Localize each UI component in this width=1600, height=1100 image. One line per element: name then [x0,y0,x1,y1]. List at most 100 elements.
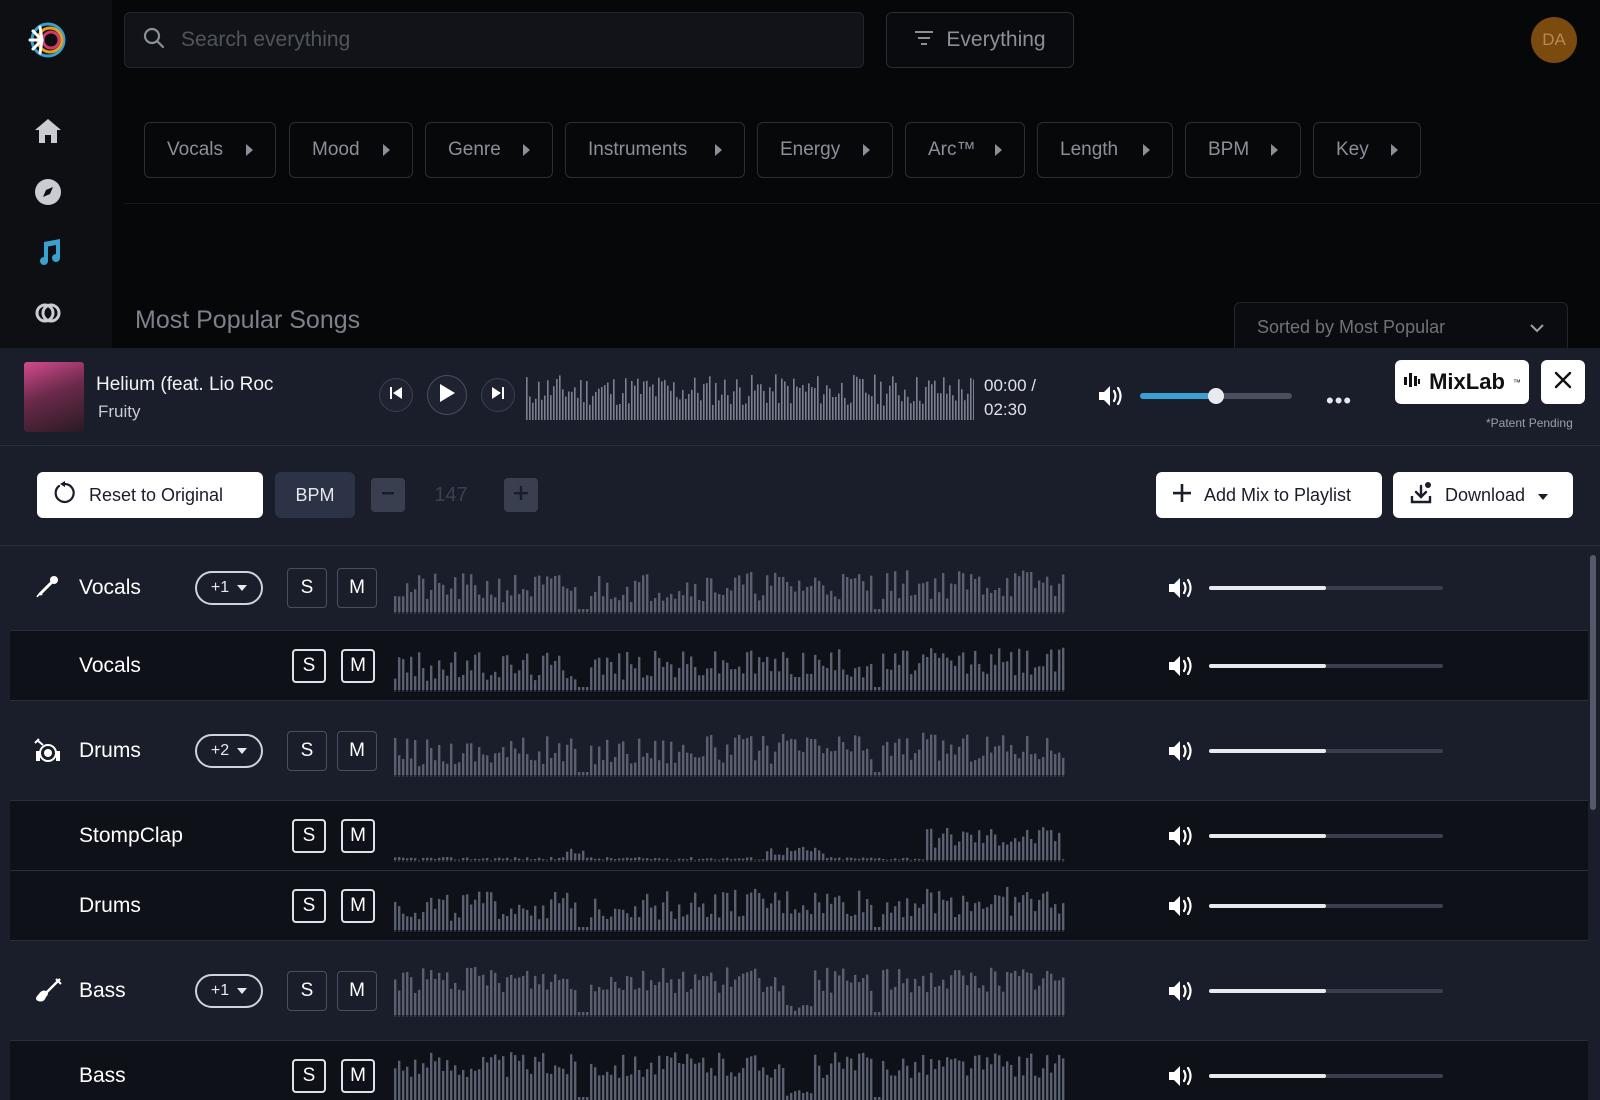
chip-bpm[interactable]: BPM [1185,122,1301,178]
stem-waveform[interactable] [394,808,1066,864]
volume-icon[interactable] [1167,824,1195,853]
chip-key[interactable]: Key [1313,122,1421,178]
waveform-bar [566,979,569,1015]
stem-volume-slider[interactable] [1209,904,1443,908]
scope-filter-button[interactable]: Everything [886,12,1074,68]
stem-waveform[interactable] [394,560,1066,616]
volume-icon[interactable] [1167,576,1195,605]
chip-mood[interactable]: Mood [289,122,413,178]
mute-button[interactable]: M [337,731,377,771]
waveform-bar [982,985,985,1015]
mute-button[interactable]: M [341,649,375,683]
waveform-bar [625,378,627,420]
waveform-bar [662,968,665,1015]
add-mix-to-playlist-button[interactable]: Add Mix to Playlist [1156,472,1382,518]
download-button[interactable]: Download [1393,472,1573,518]
compass-icon[interactable] [33,177,63,207]
volume-icon[interactable] [1167,979,1195,1008]
album-cover[interactable] [24,362,84,432]
volume-icon[interactable] [1097,384,1125,413]
waveform-bar [782,576,785,612]
volume-icon[interactable] [1167,894,1195,923]
search-input[interactable] [181,28,821,52]
stem-expand-toggle[interactable]: +2 [195,734,263,768]
chip-energy[interactable]: Energy [757,122,893,178]
solo-button[interactable]: S [292,1059,326,1093]
app-logo[interactable] [26,18,70,62]
stems-scrollbar[interactable] [1590,555,1596,810]
chip-vocals[interactable]: Vocals [144,122,276,178]
next-button[interactable] [481,378,515,412]
stem-waveform[interactable] [394,963,1066,1019]
mute-button[interactable]: M [341,1059,375,1093]
stem-volume-slider[interactable] [1209,834,1443,838]
stem-expand-toggle[interactable]: +1 [195,974,263,1008]
waveform-bar [902,858,905,860]
waveform-bar [658,658,661,690]
sort-dropdown[interactable]: Sorted by Most Popular [1234,302,1568,352]
solo-button[interactable]: S [292,819,326,853]
waveform-bar [418,575,421,612]
waveform-bar [890,989,893,1015]
track-waveform[interactable] [526,370,974,422]
more-options-icon[interactable]: ••• [1326,388,1352,414]
waveform-bar [750,892,753,930]
waveform-bar [930,734,933,775]
chip-instruments[interactable]: Instruments [565,122,745,178]
stem-volume-slider[interactable] [1209,586,1443,590]
solo-button[interactable]: S [287,568,327,608]
volume-icon[interactable] [1167,654,1195,683]
waveform-bar [742,858,745,860]
reset-to-original-button[interactable]: Reset to Original [37,472,263,518]
stem-waveform[interactable] [394,878,1066,934]
bpm-value[interactable]: 147 [408,478,494,512]
stem-waveform[interactable] [394,723,1066,779]
waveform-bar [986,587,989,612]
volume-icon[interactable] [1167,739,1195,768]
chip-arc[interactable]: Arc™ [905,122,1025,178]
stem-waveform[interactable] [394,638,1066,694]
waveform-bar [602,915,605,930]
stem-volume-slider[interactable] [1209,989,1443,993]
close-player-button[interactable] [1541,360,1585,404]
music-note-icon[interactable] [33,237,63,267]
bpm-toggle[interactable]: BPM [275,472,355,518]
volume-knob[interactable] [1208,388,1224,404]
mixlab-button[interactable]: MixLab ™ [1395,360,1529,404]
waveform-bar [850,676,853,690]
avatar[interactable]: DA [1531,17,1577,63]
play-button[interactable] [427,375,467,415]
stem-expand-toggle[interactable]: +1 [195,571,263,605]
stem-volume-slider[interactable] [1209,664,1443,668]
stem-waveform[interactable] [394,1048,1066,1100]
solo-button[interactable]: S [292,889,326,923]
waveform-bar [482,858,485,860]
waveform-bar [434,760,437,775]
waveform-bar [834,1052,837,1100]
chip-length[interactable]: Length [1037,122,1173,178]
mute-button[interactable]: M [341,889,375,923]
solo-button[interactable]: S [287,971,327,1011]
waveform-bar [770,1077,773,1100]
home-icon[interactable] [33,116,63,146]
previous-button[interactable] [379,378,413,412]
volume-icon[interactable] [1167,1064,1195,1093]
linked-rings-icon[interactable] [33,298,63,328]
track-title[interactable]: Helium (feat. Lio Roc [96,374,282,396]
waveform-bar [718,759,721,775]
mute-button[interactable]: M [341,819,375,853]
stem-volume-slider[interactable] [1209,749,1443,753]
waveform-bar [522,976,525,1015]
stem-volume-slider[interactable] [1209,1074,1443,1078]
mute-button[interactable]: M [337,971,377,1011]
waveform-bar [954,845,957,860]
bpm-decrease-button[interactable] [371,478,405,512]
master-volume-slider[interactable] [1140,388,1292,404]
bpm-increase-button[interactable] [504,478,538,512]
waveform-bar [938,985,941,1015]
track-artist[interactable]: Fruity [98,402,141,422]
chip-genre[interactable]: Genre [425,122,553,178]
solo-button[interactable]: S [292,649,326,683]
solo-button[interactable]: S [287,731,327,771]
mute-button[interactable]: M [337,568,377,608]
